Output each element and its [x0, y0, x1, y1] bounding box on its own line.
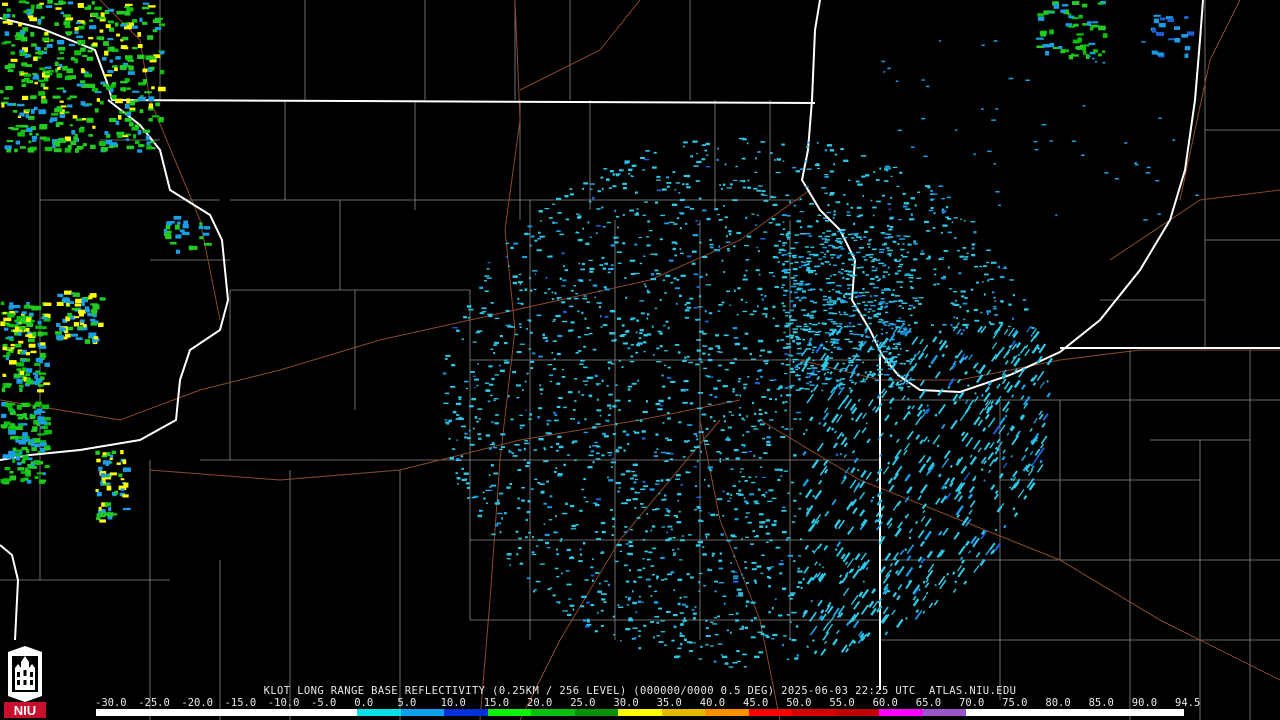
colorbar-swatch [444, 709, 488, 716]
colorbar-label: 85.0 [1088, 697, 1114, 709]
colorbar-label: 25.0 [570, 697, 596, 709]
colorbar-label: 5.0 [397, 697, 417, 709]
colorbar-label: -30.0 [95, 697, 127, 709]
colorbar-swatch [835, 709, 880, 716]
colorbar-label: 15.0 [483, 697, 510, 709]
colorbar-label: 75.0 [1002, 697, 1028, 709]
colorbar-label: -25.0 [138, 697, 170, 709]
colorbar-swatch [618, 709, 662, 716]
colorbar-label: 50.0 [786, 697, 812, 709]
colorbar-label: -15.0 [224, 697, 257, 709]
colorbar-label: 20.0 [527, 697, 553, 709]
product-title: KLOT LONG RANGE BASE REFLECTIVITY (0.25K… [263, 685, 1017, 697]
niu-logo-icon: NIU [4, 646, 46, 718]
colorbar-swatch [574, 709, 619, 716]
colorbar-label: 90.0 [1131, 697, 1158, 709]
colorbar-swatch [487, 709, 532, 716]
colorbar-label: 80.0 [1045, 697, 1071, 709]
colorbar-label: 70.0 [959, 697, 985, 709]
colorbar-label: 10.0 [440, 697, 466, 709]
colorbar-swatch [270, 709, 314, 716]
colorbar-swatch [531, 709, 575, 716]
colorbar-swatch [748, 709, 793, 716]
radar-map[interactable] [0, 0, 1280, 720]
colorbar-swatch [792, 709, 836, 716]
colorbar-label: -10.0 [267, 697, 300, 709]
colorbar-swatch [661, 709, 706, 716]
colorbar-labels: -30.0 -25.0 -20.0 -15.0 -10.0 -5.0 0.0 5.0 10.0 1… [95, 697, 1200, 709]
colorbar-label: 55.0 [829, 697, 855, 709]
colorbar-swatch [922, 709, 967, 716]
colorbar-swatch [1053, 709, 1097, 716]
colorbar-swatch [1009, 709, 1054, 716]
radar-viewer: KLOT LONG RANGE BASE REFLECTIVITY (0.25K… [0, 0, 1280, 720]
colorbar-label: 60.0 [872, 697, 898, 709]
colorbar-swatch [313, 709, 358, 716]
colorbar-label: 35.0 [656, 697, 682, 709]
county-borders [0, 0, 1280, 720]
colorbar-swatch [139, 709, 184, 716]
colorbar-label: -5.0 [311, 697, 337, 709]
colorbar-swatch [226, 709, 271, 716]
reflectivity-colorbar [96, 709, 1184, 716]
colorbar-swatch [400, 709, 445, 716]
colorbar-label: 40.0 [699, 697, 726, 709]
colorbar-label: 45.0 [743, 697, 769, 709]
colorbar-swatch [96, 709, 140, 716]
colorbar-swatch [705, 709, 749, 716]
colorbar-label: 0.0 [354, 697, 374, 709]
colorbar-swatch [879, 709, 923, 716]
colorbar-swatch [357, 709, 401, 716]
colorbar-swatch [1096, 709, 1141, 716]
colorbar-swatch [183, 709, 227, 716]
colorbar-label: 65.0 [915, 697, 942, 709]
colorbar-label: 94.5 [1175, 697, 1201, 709]
colorbar-label: 30.0 [613, 697, 639, 709]
colorbar-label: -20.0 [181, 697, 213, 709]
colorbar-swatch [1140, 709, 1184, 716]
niu-logo-text: NIU [14, 703, 36, 718]
colorbar-swatch [966, 709, 1010, 716]
